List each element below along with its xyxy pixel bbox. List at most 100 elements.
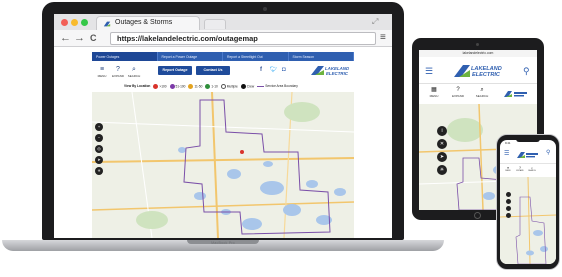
phone-menu-label: MENU bbox=[505, 170, 511, 172]
minimize-window-button[interactable] bbox=[71, 19, 78, 26]
grid-icon: ▦ bbox=[431, 87, 437, 93]
crew-icon bbox=[240, 83, 246, 89]
tablet-menu-label: MENU bbox=[429, 94, 439, 98]
logo-text-line2: ELECTRIC bbox=[326, 71, 349, 76]
expand-label: EXPAND bbox=[111, 74, 125, 78]
address-bar[interactable]: https://lakelandelectric.com/outagemap bbox=[110, 32, 376, 45]
tablet-navigate-button[interactable]: ➤ bbox=[437, 152, 447, 162]
forward-arrow-icon[interactable]: → bbox=[74, 31, 85, 45]
laptop-brand-label: MacBook Pro bbox=[211, 241, 235, 245]
tablet-camera bbox=[476, 43, 479, 46]
phone-search-label: SEARCH bbox=[528, 170, 536, 172]
outage-map[interactable] bbox=[92, 92, 354, 238]
phone-search-button[interactable]: ⌕ SEARCH bbox=[527, 166, 537, 172]
legend-item: Service Area Boundary bbox=[257, 84, 298, 88]
tablet-search-button[interactable]: ⌕ SEARCH bbox=[473, 87, 491, 98]
navigate-button[interactable]: ➤ bbox=[95, 156, 103, 164]
phone-menu-button[interactable]: ≡ MENU bbox=[503, 166, 513, 172]
tablet-menu-button[interactable]: ▦ MENU bbox=[425, 87, 443, 98]
tablet-logo-line2: ELECTRIC bbox=[472, 72, 501, 78]
outage-page: Power Outages Report a Power Outage Repo… bbox=[54, 48, 392, 238]
browser-menu-icon[interactable]: ≡ bbox=[380, 32, 386, 44]
phone-toolbar: ≡ MENU ? EXPAND ⌕ SEARCH bbox=[500, 166, 556, 176]
tablet-header: ☰ LAKELAND ELECTRIC ⚲ bbox=[419, 58, 537, 84]
tablet-lakeland-logo: LAKELAND ELECTRIC bbox=[454, 65, 502, 78]
phone-expand-button[interactable]: ? EXPAND bbox=[515, 166, 525, 172]
phone-lakeland-logo bbox=[517, 152, 538, 158]
tablet-small-logo bbox=[504, 91, 527, 97]
tab-power-outages[interactable]: Power Outages bbox=[92, 52, 158, 61]
phone-locate-button[interactable] bbox=[506, 206, 511, 211]
tablet-weather-button[interactable]: ☀ bbox=[437, 165, 447, 175]
legend-item: Crew bbox=[240, 83, 254, 89]
green-dot-icon bbox=[205, 83, 211, 89]
tab-title: Outages & Storms bbox=[115, 19, 173, 26]
twitter-icon[interactable]: 🐦︎ bbox=[270, 66, 278, 75]
facebook-icon[interactable]: f bbox=[260, 66, 262, 75]
tablet-close-button[interactable]: ✕ bbox=[437, 139, 447, 149]
tablet-status-bar: lakelandelectric.com bbox=[419, 50, 537, 57]
instagram-icon[interactable]: ◘ bbox=[282, 66, 286, 75]
browser-titlebar: Outages & Storms ⤢ bbox=[54, 14, 392, 30]
search-icon: ⌕ bbox=[480, 87, 484, 93]
phone-search-icon[interactable]: ⚲ bbox=[546, 150, 550, 157]
report-outage-button[interactable]: Report Outage bbox=[158, 66, 192, 75]
phone-zoom-out-button[interactable] bbox=[506, 199, 511, 204]
phone-zoom-in-button[interactable] bbox=[506, 192, 511, 197]
reload-icon[interactable]: C bbox=[90, 31, 97, 45]
legend-item: 51-100 bbox=[169, 83, 185, 89]
phone-outage-map[interactable] bbox=[500, 177, 556, 264]
tablet-expand-label: EXPAND bbox=[451, 94, 465, 98]
phone-header: ☰ ⚲ bbox=[500, 147, 556, 164]
legend-title: View By Location bbox=[124, 84, 151, 88]
close-window-button[interactable] bbox=[61, 19, 68, 26]
phone-expand-label: EXPAND bbox=[516, 170, 524, 172]
tablet-toolbar: ▦ MENU ? EXPAND ⌕ SEARCH bbox=[419, 86, 537, 102]
contact-us-button[interactable]: Contact Us bbox=[196, 66, 230, 75]
laptop-camera bbox=[263, 7, 267, 11]
boundary-line-icon bbox=[257, 85, 265, 87]
tab-report-streetlight[interactable]: Report a Streetlight Out bbox=[223, 52, 289, 61]
phone-notch bbox=[516, 138, 540, 142]
map-legend: View By Location >100 51-100 11-50 1-10 … bbox=[124, 83, 354, 89]
tablet-search-label: SEARCH bbox=[475, 94, 489, 98]
resize-icon[interactable]: ⤢ bbox=[372, 17, 378, 27]
weather-button[interactable]: ☀ bbox=[95, 167, 103, 175]
question-icon: ? bbox=[116, 66, 120, 73]
phone-weather-button[interactable] bbox=[506, 213, 511, 218]
laptop-screen: Outages & Storms ⤢ ← → C https://lakelan… bbox=[54, 14, 392, 238]
zoom-in-button[interactable]: + bbox=[95, 123, 103, 131]
purple-dot-icon bbox=[169, 83, 175, 89]
red-dot-icon bbox=[153, 83, 159, 89]
new-tab-button[interactable] bbox=[204, 19, 226, 29]
phone-screen: 9:41 ☰ ⚲ ≡ MENU ? EXPAND ⌕ SEARCH bbox=[500, 140, 556, 264]
tab-storm-season[interactable]: Storm Season bbox=[289, 52, 354, 61]
tablet-info-button[interactable]: i bbox=[437, 126, 447, 136]
site-nav: Power Outages Report a Power Outage Repo… bbox=[92, 52, 354, 61]
tab-report-power-outage[interactable]: Report a Power Outage bbox=[158, 52, 223, 61]
tablet-search-icon[interactable]: ⚲ bbox=[523, 66, 530, 76]
legend-item: 1-10 bbox=[205, 83, 218, 89]
maximize-window-button[interactable] bbox=[81, 19, 88, 26]
question-icon: ? bbox=[456, 87, 460, 93]
search-label: SEARCH bbox=[127, 74, 141, 78]
menu-label: MENU bbox=[97, 74, 107, 78]
browser-tab[interactable]: Outages & Storms bbox=[96, 16, 200, 30]
expand-button[interactable]: ? EXPAND bbox=[110, 66, 126, 78]
hamburger-icon[interactable]: ☰ bbox=[425, 67, 433, 76]
phone-hamburger-icon[interactable]: ☰ bbox=[504, 151, 509, 157]
legend-item: 11-50 bbox=[188, 83, 202, 89]
orange-dot-icon bbox=[188, 83, 194, 89]
tablet-expand-button[interactable]: ? EXPAND bbox=[449, 87, 467, 98]
lakeland-logo-icon bbox=[103, 21, 111, 27]
phone-status-time: 9:41 bbox=[505, 141, 511, 145]
device-mockup: Outages & Storms ⤢ ← → C https://lakelan… bbox=[0, 0, 562, 277]
tablet-home-button[interactable] bbox=[474, 212, 481, 219]
lakeland-electric-logo: LAKELAND ELECTRIC bbox=[311, 66, 350, 76]
menu-icon: ≡ bbox=[99, 66, 105, 73]
back-arrow-icon[interactable]: ← bbox=[60, 31, 71, 45]
locate-button[interactable]: ◎ bbox=[95, 145, 103, 153]
search-button[interactable]: ⌕ SEARCH bbox=[126, 66, 142, 78]
zoom-out-button[interactable]: − bbox=[95, 134, 103, 142]
menu-button[interactable]: ≡ MENU bbox=[94, 66, 110, 78]
